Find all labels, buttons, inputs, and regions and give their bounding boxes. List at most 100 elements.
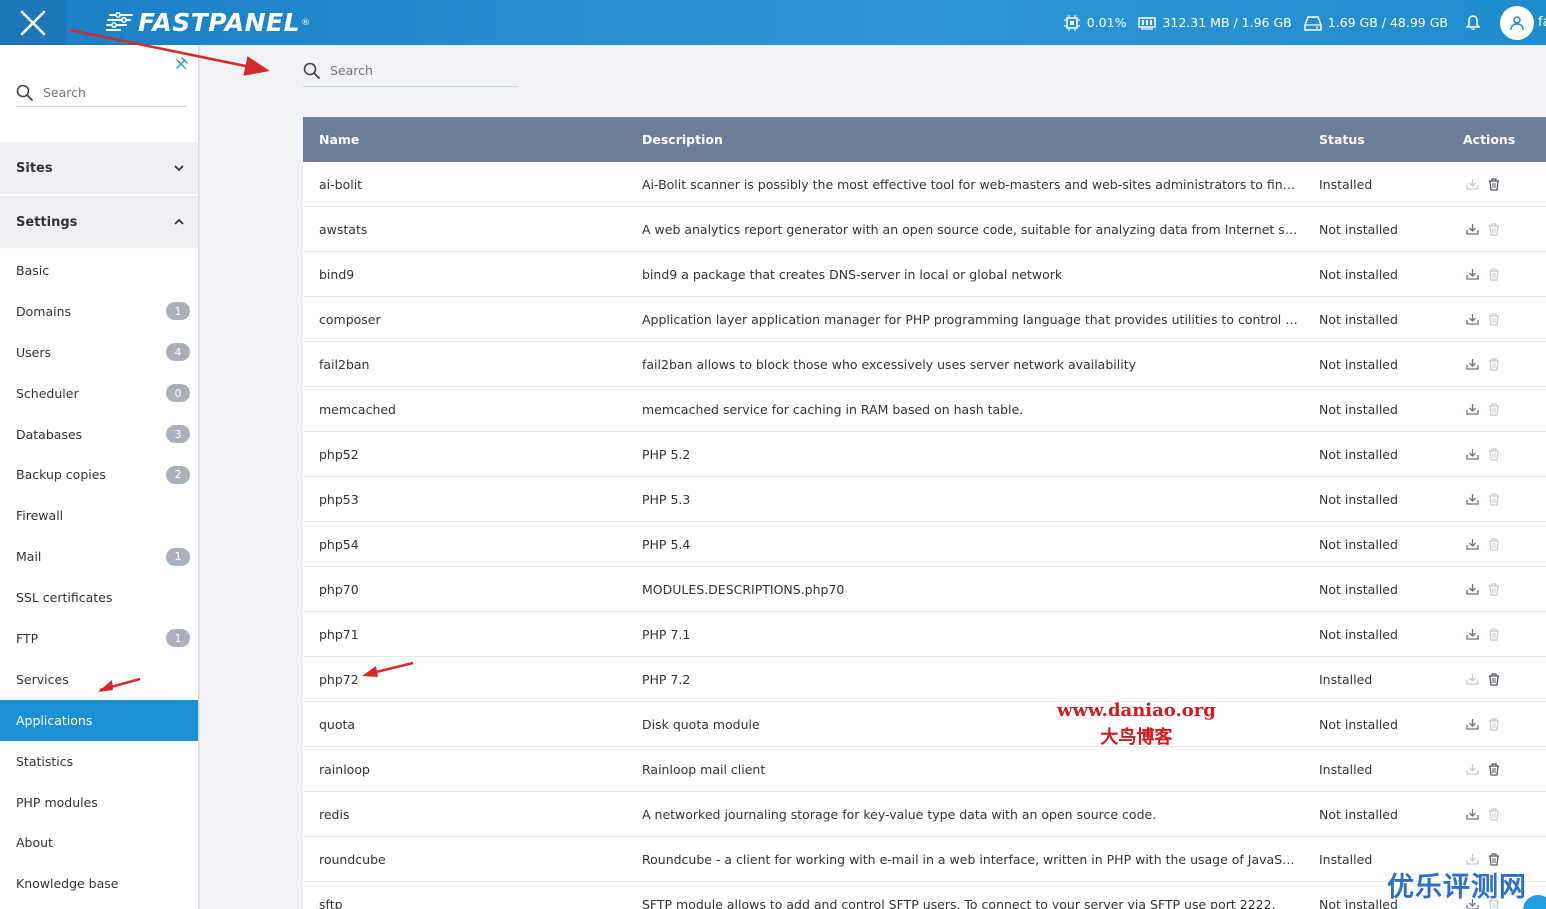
trash-icon[interactable]: [1487, 852, 1501, 866]
install-icon[interactable]: [1465, 627, 1479, 641]
install-icon[interactable]: [1465, 807, 1479, 821]
sidebar-item-basic[interactable]: Basic: [0, 250, 198, 291]
sidebar-item-about[interactable]: About: [0, 822, 198, 863]
trash-icon[interactable]: [1487, 807, 1501, 821]
sidebar-search[interactable]: [16, 79, 186, 107]
app-name: redis: [319, 806, 350, 822]
table-row[interactable]: php53 PHP 5.3 Not installed: [303, 477, 1546, 522]
sidebar: Sites Settings Basic Domains 1 Users 4 Schedu…: [0, 45, 198, 909]
disk-value: 1.69 GB / 48.99 GB: [1327, 15, 1448, 30]
table-row[interactable]: bind9 bind9 a package that creates DNS-se…: [303, 252, 1546, 297]
trash-icon[interactable]: [1487, 762, 1501, 776]
table-row[interactable]: php72 PHP 7.2 Installed: [303, 657, 1546, 702]
app-name: ai-bolit: [319, 176, 363, 192]
sidebar-item-label: Basic: [16, 262, 50, 278]
column-description[interactable]: Description: [642, 132, 1319, 147]
app-name: rainloop: [319, 761, 370, 777]
sidebar-item-ftp[interactable]: FTP 1: [0, 618, 198, 659]
install-icon[interactable]: [1465, 357, 1479, 371]
pin-sidebar-button[interactable]: [174, 57, 188, 74]
install-icon[interactable]: [1465, 222, 1479, 236]
sidebar-item-mail[interactable]: Mail 1: [0, 536, 198, 577]
sidebar-item-statistics[interactable]: Statistics: [0, 741, 198, 782]
install-icon[interactable]: [1465, 582, 1479, 596]
sidebar-item-knowledge-base[interactable]: Knowledge base: [0, 863, 198, 904]
search-icon: [303, 62, 320, 79]
trash-icon[interactable]: [1487, 447, 1501, 461]
column-name[interactable]: Name: [303, 132, 642, 147]
count-badge: 0: [166, 384, 190, 403]
trash-icon[interactable]: [1487, 222, 1501, 236]
corner-watermark: 优乐评测网: [1387, 872, 1527, 903]
app-status: Not installed: [1319, 491, 1398, 507]
watermark: www.daniao.org 大鸟博客: [1057, 700, 1216, 749]
sidebar-item-scheduler[interactable]: Scheduler 0: [0, 373, 198, 414]
section-sites[interactable]: Sites: [0, 142, 198, 194]
table-row[interactable]: composer Application layer application ma…: [303, 297, 1546, 342]
user-icon: [1510, 15, 1524, 30]
install-icon[interactable]: [1465, 402, 1479, 416]
user-name[interactable]: fa: [1538, 15, 1546, 30]
install-icon[interactable]: [1465, 672, 1479, 686]
table-row[interactable]: memcached memcached service for caching i…: [303, 387, 1546, 432]
user-avatar[interactable]: [1500, 5, 1534, 40]
table-row[interactable]: rainloop Rainloop mail client Installed: [303, 747, 1546, 792]
sidebar-search-input[interactable]: [43, 85, 163, 100]
table-row[interactable]: roundcube Roundcube - a client for workin…: [303, 837, 1546, 882]
sidebar-item-databases[interactable]: Databases 3: [0, 414, 198, 455]
sidebar-item-applications[interactable]: Applications: [0, 699, 198, 741]
app-status: Not installed: [1319, 806, 1398, 822]
trash-icon[interactable]: [1487, 672, 1501, 686]
column-status[interactable]: Status: [1319, 132, 1463, 147]
table-row[interactable]: redis A networked journaling storage for …: [303, 792, 1546, 837]
trash-icon[interactable]: [1487, 492, 1501, 506]
applications-search[interactable]: [303, 55, 518, 87]
table-row[interactable]: php70 MODULES.DESCRIPTIONS.php70 Not insta…: [303, 567, 1546, 612]
install-icon[interactable]: [1465, 447, 1479, 461]
sidebar-item-ssl-certificates[interactable]: SSL certificates: [0, 577, 198, 618]
trash-icon[interactable]: [1487, 717, 1501, 731]
watermark-url: www.daniao.org: [1057, 700, 1216, 721]
install-icon[interactable]: [1465, 267, 1479, 281]
server-stats: 0.01% 312.31 MB / 1.96 GB 1.69 GB / 48.9…: [1063, 0, 1546, 45]
search-icon: [16, 84, 33, 101]
table-row[interactable]: awstats A web analytics report generator …: [303, 207, 1546, 252]
trash-icon[interactable]: [1487, 402, 1501, 416]
sidebar-item-domains[interactable]: Domains 1: [0, 291, 198, 332]
table-row[interactable]: php52 PHP 5.2 Not installed: [303, 432, 1546, 477]
section-settings[interactable]: Settings: [0, 196, 198, 248]
table-row[interactable]: php54 PHP 5.4 Not installed: [303, 522, 1546, 567]
close-menu-button[interactable]: [0, 0, 66, 45]
install-icon[interactable]: [1465, 762, 1479, 776]
row-actions: [1463, 717, 1546, 731]
table-row[interactable]: ai-bolit Ai-Bolit scanner is possibly the…: [303, 162, 1546, 207]
notifications-button[interactable]: [1466, 14, 1480, 31]
sidebar-item-users[interactable]: Users 4: [0, 332, 198, 373]
install-icon[interactable]: [1465, 312, 1479, 326]
install-icon[interactable]: [1465, 492, 1479, 506]
app-name: roundcube: [319, 851, 386, 867]
table-row[interactable]: quota Disk quota module Not installed: [303, 702, 1546, 747]
trash-icon[interactable]: [1487, 537, 1501, 551]
install-icon[interactable]: [1465, 537, 1479, 551]
install-icon[interactable]: [1465, 717, 1479, 731]
sidebar-item-services[interactable]: Services: [0, 659, 198, 700]
trash-icon[interactable]: [1487, 357, 1501, 371]
applications-search-input[interactable]: [330, 63, 450, 78]
trash-icon[interactable]: [1487, 627, 1501, 641]
trash-icon[interactable]: [1487, 267, 1501, 281]
trash-icon[interactable]: [1487, 582, 1501, 596]
table-row[interactable]: fail2ban fail2ban allows to block those w…: [303, 342, 1546, 387]
sidebar-item-backup-copies[interactable]: Backup copies 2: [0, 454, 198, 495]
app-name: php71: [319, 626, 359, 642]
install-icon[interactable]: [1465, 177, 1479, 191]
logo[interactable]: FASTPANEL ®: [106, 8, 310, 37]
trash-icon[interactable]: [1487, 312, 1501, 326]
sidebar-item-php-modules[interactable]: PHP modules: [0, 782, 198, 823]
install-icon[interactable]: [1465, 852, 1479, 866]
table-row[interactable]: sftp SFTP module allows to add and contro…: [303, 882, 1546, 909]
trash-icon[interactable]: [1487, 177, 1501, 191]
table-row[interactable]: php71 PHP 7.1 Not installed: [303, 612, 1546, 657]
app-name: memcached: [319, 401, 396, 417]
sidebar-item-firewall[interactable]: Firewall: [0, 495, 198, 536]
